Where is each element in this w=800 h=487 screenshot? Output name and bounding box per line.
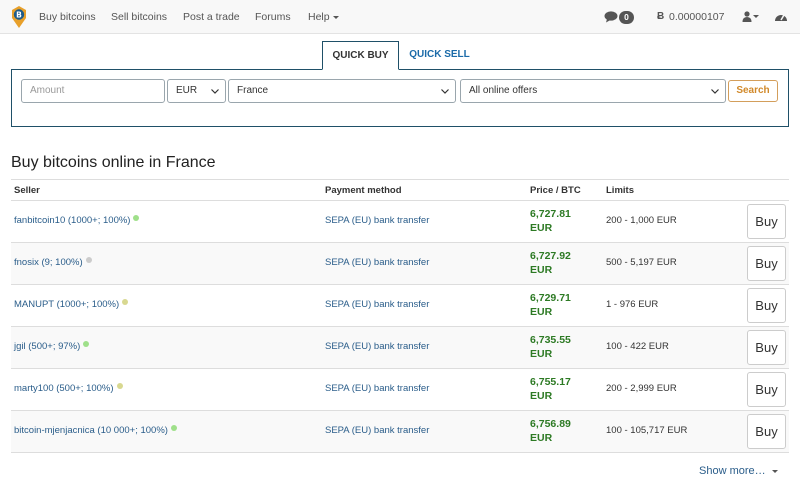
price-per-btc: 6,756.89 EUR: [530, 417, 590, 445]
amount-input[interactable]: Amount: [21, 79, 165, 103]
seller-name: MANUPT (1000+; 100%): [14, 299, 120, 310]
trade-limits: 200 - 1,000 EUR: [606, 215, 677, 226]
bitcoin-icon: Ƀ: [657, 11, 665, 22]
country-select[interactable]: France: [228, 79, 456, 103]
online-status-dot: [170, 425, 177, 431]
trade-limits: 100 - 422 EUR: [606, 341, 669, 352]
table-row: marty100 (500+; 100%) SEPA (EU) bank tra…: [11, 369, 789, 411]
seller-name: fnosix (9; 100%): [14, 257, 83, 268]
online-status-dot: [122, 299, 129, 305]
chat-icon[interactable]: [604, 11, 618, 23]
table-row: fnosix (9; 100%) SEPA (EU) bank transfer…: [11, 243, 789, 285]
nav-help[interactable]: Help: [308, 11, 339, 23]
online-status-dot: [133, 215, 140, 221]
table-top-border: [11, 179, 789, 180]
price-currency: EUR: [530, 264, 553, 276]
price-value: 6,727.81: [530, 208, 571, 220]
logo-icon[interactable]: B: [11, 6, 27, 28]
table-row: jgil (500+; 97%) SEPA (EU) bank transfer…: [11, 327, 789, 369]
payment-method-link[interactable]: SEPA (EU) bank transfer: [325, 383, 429, 394]
seller-link[interactable]: fanbitcoin10 (1000+; 100%): [14, 215, 140, 226]
show-more-label: Show more…: [699, 465, 766, 477]
seller-link[interactable]: jgil (500+; 97%): [14, 341, 90, 352]
trade-limits: 100 - 105,717 EUR: [606, 425, 688, 436]
nav-buy-bitcoins[interactable]: Buy bitcoins: [39, 11, 96, 23]
trade-limits: 1 - 976 EUR: [606, 299, 659, 310]
seller-name: fanbitcoin10 (1000+; 100%): [14, 215, 131, 226]
buy-button[interactable]: Buy: [747, 246, 786, 281]
price-per-btc: 6,755.17 EUR: [530, 375, 590, 403]
price-per-btc: 6,727.92 EUR: [530, 249, 590, 277]
buy-button[interactable]: Buy: [747, 204, 786, 239]
price-per-btc: 6,735.55 EUR: [530, 333, 590, 361]
message-count-badge[interactable]: 0: [619, 11, 634, 24]
nav-help-label: Help: [308, 11, 330, 23]
trade-limits: 200 - 2,999 EUR: [606, 383, 677, 394]
buy-button[interactable]: Buy: [747, 372, 786, 407]
online-status-dot: [85, 257, 92, 263]
price-currency: EUR: [530, 306, 553, 318]
payment-method-link[interactable]: SEPA (EU) bank transfer: [325, 425, 429, 436]
caret-down-icon: [771, 469, 778, 473]
buy-button[interactable]: Buy: [747, 330, 786, 365]
payment-method-link[interactable]: SEPA (EU) bank transfer: [325, 257, 429, 268]
wallet-balance[interactable]: 0.00000107: [669, 11, 724, 23]
currency-value: EUR: [176, 85, 198, 96]
nav-forums[interactable]: Forums: [255, 11, 291, 23]
payment-method-link[interactable]: SEPA (EU) bank transfer: [325, 341, 429, 352]
column-header-payment: Payment method: [325, 185, 402, 196]
price-per-btc: 6,727.81 EUR: [530, 207, 590, 235]
caret-down-icon: [332, 15, 339, 19]
offers-select[interactable]: All online offers: [460, 79, 726, 103]
user-icon[interactable]: [742, 11, 752, 22]
table-row: bitcoin-mjenjacnica (10 000+; 100%) SEPA…: [11, 411, 789, 453]
page-title: Buy bitcoins online in France: [11, 154, 216, 171]
offers-value: All online offers: [469, 85, 538, 96]
table-row: MANUPT (1000+; 100%) SEPA (EU) bank tran…: [11, 285, 789, 327]
payment-method-link[interactable]: SEPA (EU) bank transfer: [325, 299, 429, 310]
show-more-link[interactable]: Show more…: [699, 465, 778, 477]
seller-link[interactable]: fnosix (9; 100%): [14, 257, 92, 268]
user-caret-icon[interactable]: [753, 15, 759, 18]
seller-name: marty100 (500+; 100%): [14, 383, 114, 394]
price-value: 6,727.92: [530, 250, 571, 262]
country-value: France: [237, 85, 269, 96]
column-header-price: Price / BTC: [530, 185, 581, 196]
column-header-limits: Limits: [606, 185, 634, 196]
seller-link[interactable]: marty100 (500+; 100%): [14, 383, 123, 394]
price-value: 6,735.55: [530, 334, 571, 346]
online-status-dot: [83, 341, 90, 347]
currency-select[interactable]: EUR: [167, 79, 226, 103]
tab-quick-buy[interactable]: QUICK BUY: [322, 41, 399, 70]
trade-limits: 500 - 5,197 EUR: [606, 257, 677, 268]
price-currency: EUR: [530, 390, 553, 402]
search-button[interactable]: Search: [728, 80, 778, 102]
price-value: 6,729.71: [530, 292, 571, 304]
buy-button[interactable]: Buy: [747, 288, 786, 323]
column-header-seller: Seller: [14, 185, 40, 196]
nav-sell-bitcoins[interactable]: Sell bitcoins: [111, 11, 167, 23]
payment-method-link[interactable]: SEPA (EU) bank transfer: [325, 215, 429, 226]
seller-name: jgil (500+; 97%): [14, 341, 81, 352]
top-navbar: B Buy bitcoins Sell bitcoins Post a trad…: [0, 0, 800, 34]
chevron-down-icon: [211, 89, 219, 94]
price-per-btc: 6,729.71 EUR: [530, 291, 590, 319]
price-currency: EUR: [530, 222, 553, 234]
svg-text:B: B: [16, 10, 22, 19]
price-currency: EUR: [530, 432, 553, 444]
chevron-down-icon: [441, 89, 449, 94]
buy-button[interactable]: Buy: [747, 414, 786, 449]
seller-name: bitcoin-mjenjacnica (10 000+; 100%): [14, 425, 168, 436]
price-value: 6,756.89: [530, 418, 571, 430]
table-row: fanbitcoin10 (1000+; 100%) SEPA (EU) ban…: [11, 201, 789, 243]
seller-link[interactable]: bitcoin-mjenjacnica (10 000+; 100%): [14, 425, 177, 436]
online-status-dot: [116, 383, 123, 389]
price-value: 6,755.17: [530, 376, 571, 388]
seller-link[interactable]: MANUPT (1000+; 100%): [14, 299, 129, 310]
chevron-down-icon: [711, 89, 719, 94]
tab-quick-sell[interactable]: QUICK SELL: [401, 41, 478, 70]
price-currency: EUR: [530, 348, 553, 360]
nav-post-trade[interactable]: Post a trade: [183, 11, 240, 23]
dashboard-icon[interactable]: [774, 11, 788, 22]
